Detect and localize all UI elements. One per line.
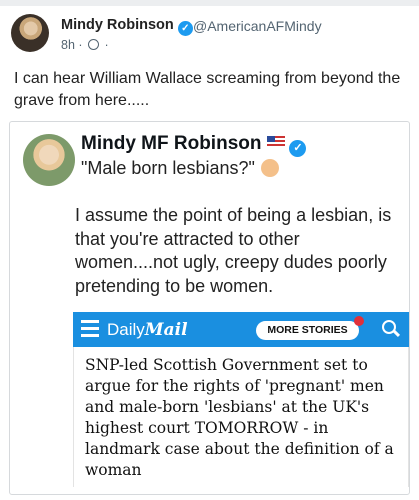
author-handle[interactable]: @AmericanAFMindy <box>193 18 322 34</box>
verified-badge-icon: ✓ <box>289 140 307 157</box>
quoted-post-image[interactable]: Mindy MF Robinson ✓ "Male born lesbians?"… <box>9 121 410 495</box>
menu-icon <box>81 320 99 339</box>
author-name-text[interactable]: Mindy Robinson <box>61 17 174 33</box>
author-name[interactable]: Mindy Robinson ✓ <box>61 17 193 36</box>
top-divider <box>0 0 419 6</box>
quoted-author-name-text: Mindy MF Robinson <box>81 133 262 154</box>
post-time[interactable]: 8h <box>61 38 75 52</box>
quoted-body-text: I assume the point of being a lesbian, i… <box>75 205 392 296</box>
notification-dot-icon <box>354 316 364 326</box>
more-stories-button: MORE STORIES <box>256 321 359 340</box>
quote-line-text: "Male born lesbians?" <box>81 158 255 178</box>
quoted-author-name: Mindy MF Robinson ✓ <box>81 133 307 157</box>
post-meta: 8h · · <box>61 38 109 52</box>
verified-badge-icon: ✓ <box>177 21 193 36</box>
quoted-author-avatar <box>23 134 75 186</box>
dailymail-logo: DailyMail <box>107 320 188 340</box>
dailymail-header-bar: DailyMail MORE STORIES <box>73 312 409 347</box>
quoted-quote-line: "Male born lesbians?" <box>81 158 279 179</box>
dailymail-headline: SNP-led Scottish Government set to argue… <box>73 347 409 487</box>
author-avatar[interactable] <box>11 14 49 52</box>
globe-icon <box>88 39 100 50</box>
post-text: I can hear William Wallace screaming fro… <box>14 70 401 109</box>
facepalm-emoji-icon <box>260 159 279 177</box>
search-icon <box>382 320 401 338</box>
us-flag-icon <box>267 136 286 148</box>
